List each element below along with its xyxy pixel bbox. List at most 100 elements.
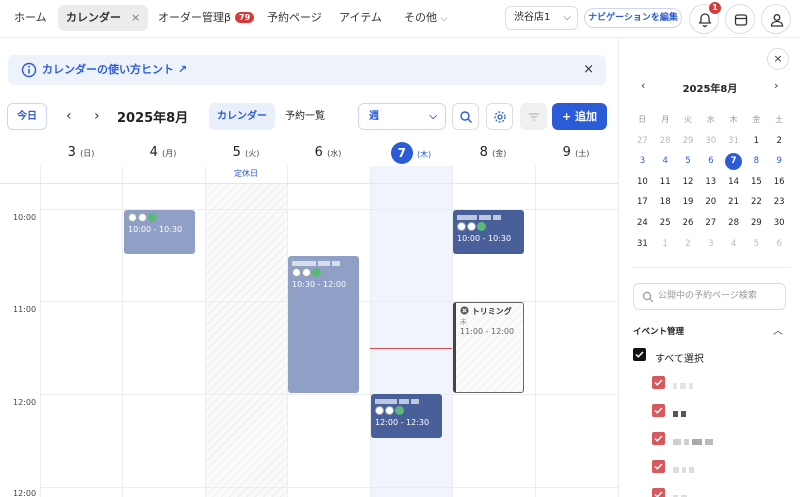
event-management-heading: イベント管理 xyxy=(633,327,685,337)
nav-tab-home[interactable]: ホーム xyxy=(6,5,55,31)
mini-day[interactable]: 18 xyxy=(654,192,677,213)
mini-day[interactable]: 3 xyxy=(699,234,722,255)
event-block[interactable]: 12:00 - 12:30 xyxy=(371,394,442,438)
event-filter-checkbox[interactable] xyxy=(652,376,665,389)
next-week-icon[interactable]: › xyxy=(94,108,100,124)
mini-day[interactable]: 2 xyxy=(768,131,791,152)
mini-day[interactable]: 6 xyxy=(768,234,791,255)
event-block[interactable]: 10:00 - 10:30 xyxy=(124,210,195,254)
mini-day[interactable]: 10 xyxy=(631,172,654,193)
view-range-select[interactable]: 週 ⌵ xyxy=(358,103,446,130)
store-button[interactable] xyxy=(725,4,755,34)
mini-day[interactable]: 31 xyxy=(631,234,654,255)
mini-day[interactable]: 23 xyxy=(768,192,791,213)
today-button[interactable]: 今日 xyxy=(7,103,47,130)
account-button[interactable] xyxy=(761,4,791,34)
event-status-icons xyxy=(128,213,191,223)
edit-navigation-button[interactable]: ナビゲーションを編集 xyxy=(584,8,682,28)
mini-day[interactable]: 29 xyxy=(745,213,768,234)
mini-day[interactable]: 9 xyxy=(768,151,791,172)
mini-day[interactable]: 12 xyxy=(677,172,700,193)
mini-day[interactable]: 25 xyxy=(654,213,677,234)
mini-day[interactable]: 2 xyxy=(677,234,700,255)
mini-next-month-icon[interactable]: › xyxy=(774,79,778,92)
nav-tab-items[interactable]: アイテム xyxy=(331,5,390,31)
status-icon xyxy=(138,213,147,222)
mini-day[interactable]: 5 xyxy=(677,151,700,172)
filter-button[interactable] xyxy=(520,103,547,130)
mini-day[interactable]: 17 xyxy=(631,192,654,213)
mini-day[interactable]: 1 xyxy=(745,131,768,152)
bell-icon xyxy=(698,13,712,28)
top-nav: ホーム カレンダー × オーダー管理β 79 予約ページ アイテム その他 ⌵ 渋谷… xyxy=(0,0,800,38)
mini-day[interactable]: 30 xyxy=(768,213,791,234)
mini-day[interactable]: 1 xyxy=(654,234,677,255)
mini-dow: 水 xyxy=(706,115,715,124)
day-header-wed[interactable]: 6 (水) xyxy=(287,140,369,166)
right-sidebar: × ‹ 2025年8月 › 日 月 火 水 木 金 土 27 28 29 30 … xyxy=(618,38,800,497)
check-icon xyxy=(654,491,663,497)
collapse-section-icon[interactable]: ︿ xyxy=(773,322,783,337)
day-header-mon[interactable]: 4 (月) xyxy=(122,140,204,166)
mini-day[interactable]: 15 xyxy=(745,172,768,193)
day-header-sat[interactable]: 9 (土) xyxy=(535,140,617,166)
mini-day[interactable]: 26 xyxy=(677,213,700,234)
day-header-thu-today[interactable]: 7 (木) xyxy=(370,140,452,166)
select-all-checkbox[interactable] xyxy=(633,348,646,361)
mini-day[interactable]: 27 xyxy=(631,131,654,152)
search-button[interactable] xyxy=(452,103,479,130)
mini-day[interactable]: 4 xyxy=(654,151,677,172)
status-icon xyxy=(457,222,466,231)
mini-day[interactable]: 22 xyxy=(745,192,768,213)
nav-tab-calendar[interactable]: カレンダー × xyxy=(58,5,149,31)
mini-day[interactable]: 24 xyxy=(631,213,654,234)
mini-day[interactable]: 30 xyxy=(699,131,722,152)
event-filter-checkbox[interactable] xyxy=(652,432,665,445)
mini-day[interactable]: 6 xyxy=(699,151,722,172)
mini-day[interactable]: 16 xyxy=(768,172,791,193)
mini-day[interactable]: 19 xyxy=(677,192,700,213)
event-filter-checkbox[interactable] xyxy=(652,460,665,473)
nav-tab-booking-page[interactable]: 予約ページ xyxy=(259,5,330,31)
tab-calendar-view[interactable]: カレンダー xyxy=(209,103,275,130)
current-month-title: 2025年8月 xyxy=(117,111,189,126)
mini-day[interactable]: 29 xyxy=(677,131,700,152)
mini-day[interactable]: 31 xyxy=(722,131,745,152)
store-select[interactable]: 渋谷店1 ⌵ xyxy=(505,6,578,30)
close-sidebar-icon[interactable]: × xyxy=(767,48,789,70)
booking-page-search-input[interactable]: 公開中の予約ページ検索 xyxy=(633,283,786,310)
mini-day[interactable]: 28 xyxy=(654,131,677,152)
mini-day[interactable]: 4 xyxy=(722,234,745,255)
add-button[interactable]: + 追加 xyxy=(552,103,607,130)
mini-day[interactable]: 20 xyxy=(699,192,722,213)
settings-button[interactable] xyxy=(486,103,513,130)
nav-tab-other[interactable]: その他 ⌵ xyxy=(396,5,455,31)
nav-tab-order-management[interactable]: オーダー管理β 79 xyxy=(150,5,262,31)
day-header-fri[interactable]: 8 (金) xyxy=(452,140,534,166)
event-block[interactable]: 10:00 - 10:30 xyxy=(453,210,524,254)
mini-day[interactable]: 8 xyxy=(745,151,768,172)
event-time: 10:00 - 10:30 xyxy=(457,234,512,243)
mini-day[interactable]: 5 xyxy=(745,234,768,255)
prev-week-icon[interactable]: ‹ xyxy=(66,108,72,124)
mini-day[interactable]: 11 xyxy=(654,172,677,193)
calendar-hint-link[interactable]: カレンダーの使い方ヒント ↗ xyxy=(42,55,187,85)
mini-day[interactable]: 3 xyxy=(631,151,654,172)
event-block[interactable]: 10:30 - 12:00 xyxy=(288,256,359,393)
event-block-trimming[interactable]: トリミング 未 11:00 - 12:00 xyxy=(453,302,524,393)
event-filter-checkbox[interactable] xyxy=(652,404,665,417)
close-tab-icon[interactable]: × xyxy=(131,5,140,31)
day-header-tue[interactable]: 5 (火) xyxy=(205,140,287,166)
mini-day[interactable]: 27 xyxy=(699,213,722,234)
check-icon xyxy=(477,222,486,231)
mini-day-today[interactable]: 7 xyxy=(722,151,745,172)
mini-day[interactable]: 13 xyxy=(699,172,722,193)
notifications-button[interactable]: 1 xyxy=(689,2,721,34)
mini-day[interactable]: 14 xyxy=(722,172,745,193)
tab-booking-list[interactable]: 予約一覧 xyxy=(277,103,333,130)
mini-day[interactable]: 21 xyxy=(722,192,745,213)
mini-day[interactable]: 28 xyxy=(722,213,745,234)
event-filter-checkbox[interactable] xyxy=(652,488,665,497)
day-header-sun[interactable]: 3 (日) xyxy=(40,140,122,166)
close-hint-icon[interactable]: × xyxy=(583,55,594,85)
